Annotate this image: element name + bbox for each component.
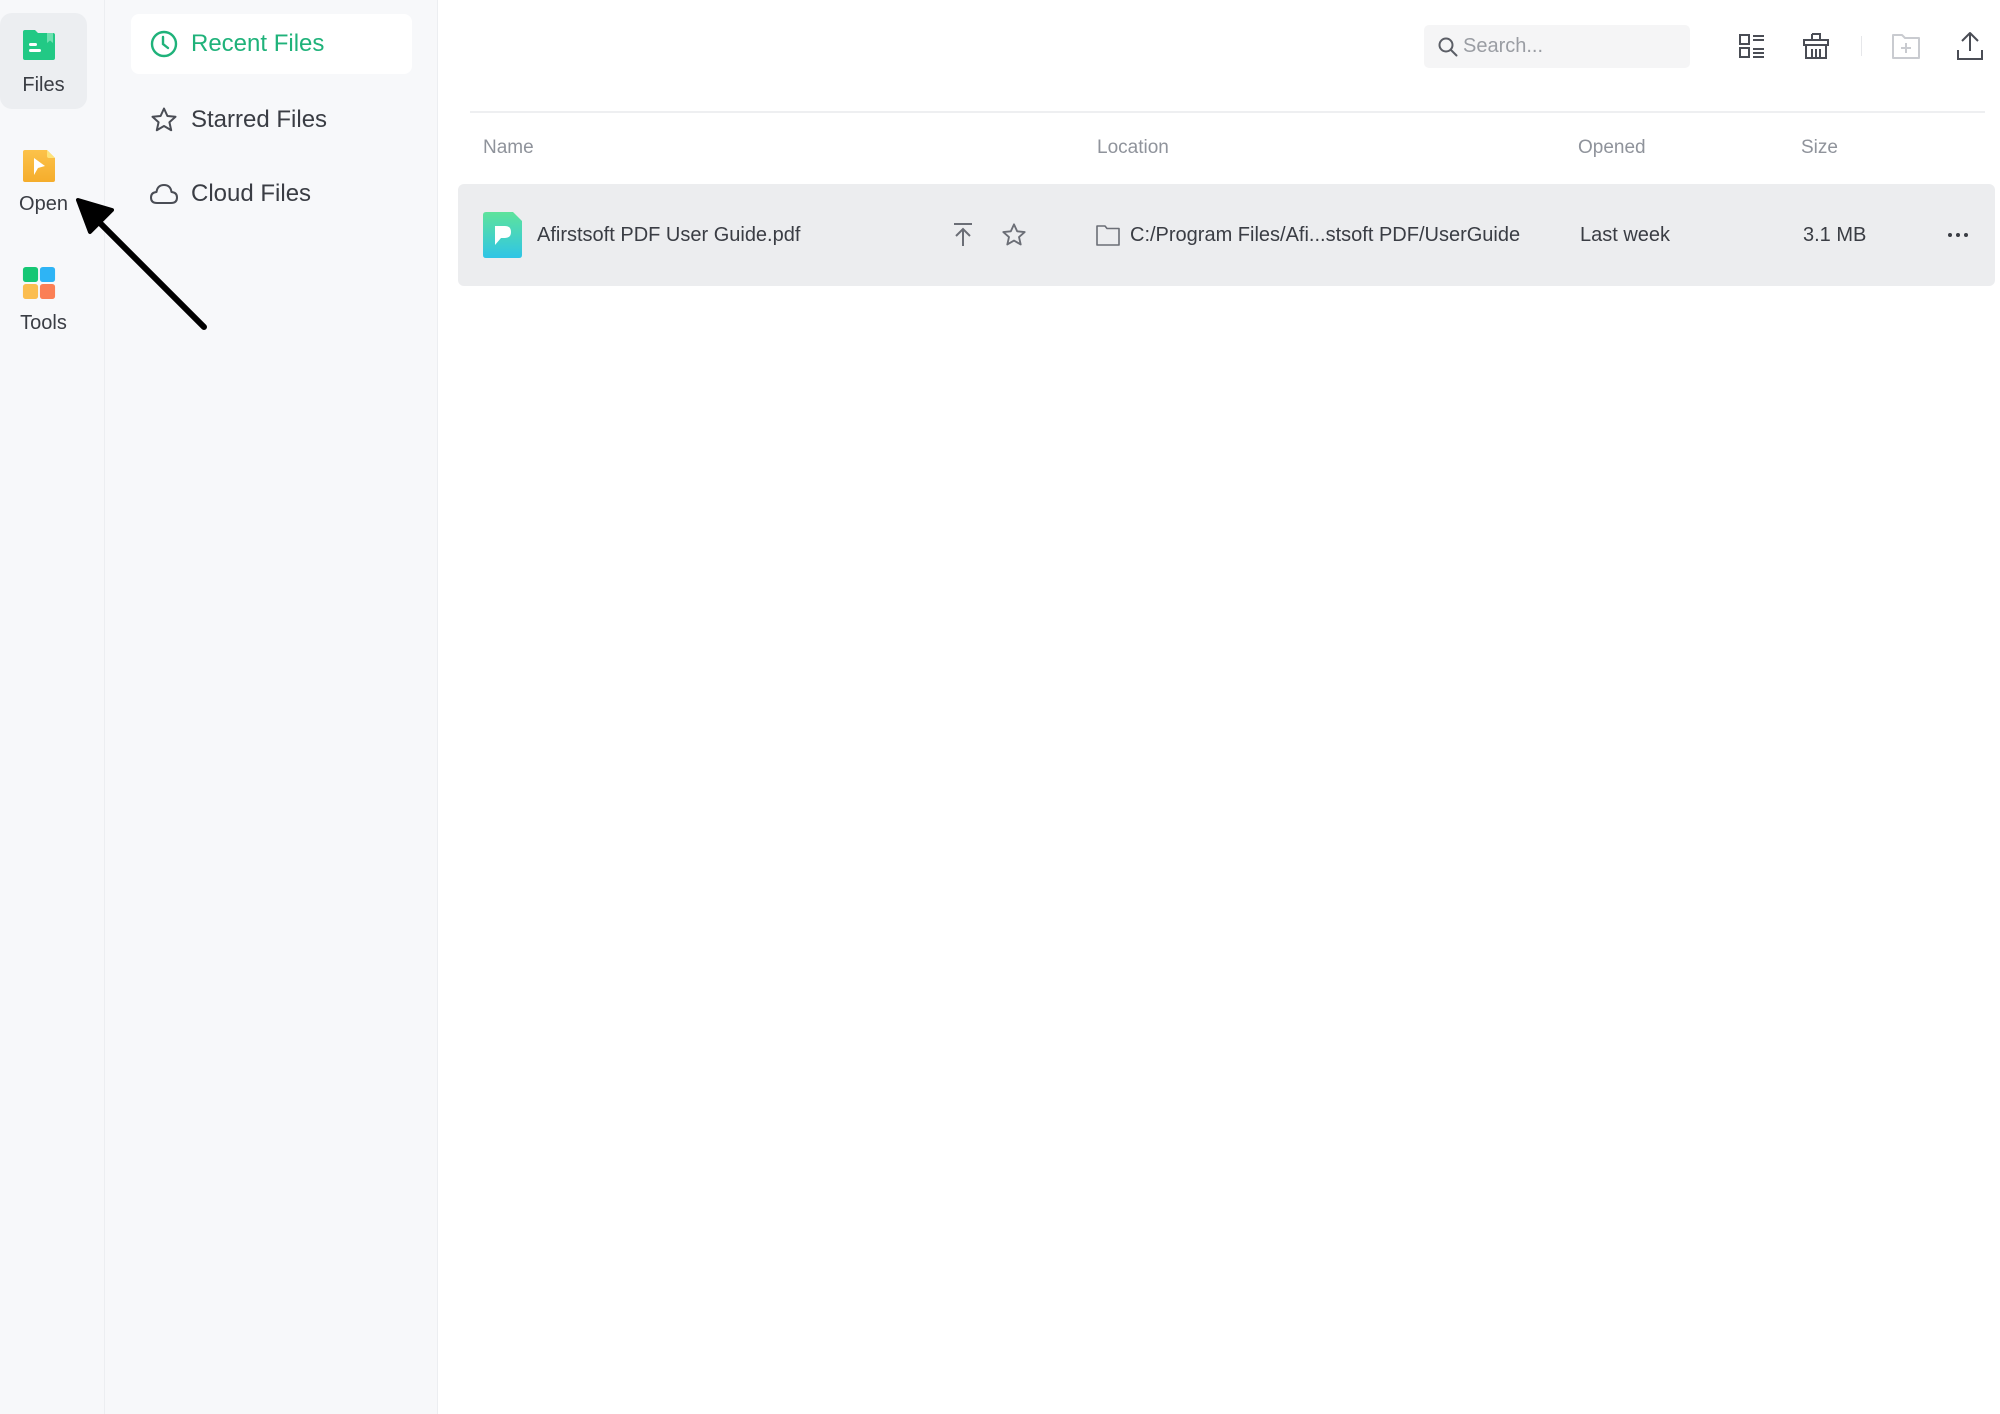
trash-icon (1803, 33, 1829, 59)
open-file-icon (23, 150, 55, 182)
file-size: 3.1 MB (1803, 223, 1867, 246)
pdf-file-icon (483, 212, 522, 258)
star-icon (1002, 223, 1026, 246)
search-box[interactable] (1424, 25, 1690, 68)
sidebar-item-cloud-files[interactable]: Cloud Files (131, 164, 412, 224)
rail-item-files[interactable]: Files (0, 13, 87, 109)
sidebar-item-label: Recent Files (191, 30, 325, 57)
delete-button[interactable] (1798, 28, 1834, 64)
files-folder-icon (23, 30, 55, 60)
new-folder-button[interactable] (1888, 28, 1924, 64)
toolbar-separator (1861, 36, 1862, 56)
list-view-button[interactable] (1734, 28, 1770, 64)
rail-item-label: Tools (20, 312, 67, 334)
upload-button[interactable] (1952, 28, 1988, 64)
more-options-button[interactable] (1940, 217, 1976, 253)
file-name[interactable]: Afirstsoft PDF User Guide.pdf (537, 184, 800, 286)
cloud-icon (149, 179, 179, 209)
file-location[interactable]: C:/Program Files/Afi...stsoft PDF/UserGu… (1130, 184, 1520, 286)
new-folder-icon (1892, 34, 1920, 59)
sidebar-item-recent-files[interactable]: Recent Files (131, 14, 412, 74)
sidebar-item-label: Starred Files (191, 106, 328, 133)
column-header-name[interactable]: Name (483, 137, 534, 159)
sidebar-item-label: Cloud Files (191, 180, 312, 207)
column-header-size[interactable]: Size (1801, 137, 1838, 159)
star-icon (149, 105, 179, 135)
folder-icon (1096, 225, 1120, 246)
star-file-button[interactable] (996, 217, 1032, 253)
clock-icon (149, 29, 179, 59)
file-row[interactable]: Afirstsoft PDF User Guide.pdf C:/Program… (458, 184, 1995, 286)
tools-grid-icon (22, 266, 56, 300)
search-input[interactable] (1463, 35, 1683, 58)
rail-item-tools[interactable]: Tools (0, 251, 87, 347)
sidebar-item-starred-files[interactable]: Starred Files (131, 90, 412, 150)
rail-item-open[interactable]: Open (0, 132, 87, 228)
toolbar-divider (470, 111, 1985, 113)
files-sidebar: Recent Files Starred Files Cloud Files (105, 0, 438, 1414)
search-icon (1438, 37, 1458, 56)
column-header-location[interactable]: Location (1097, 137, 1169, 159)
column-header-opened[interactable]: Opened (1578, 137, 1646, 159)
icon-rail: Files Open Tools (0, 0, 105, 1414)
pin-to-top-icon (954, 223, 972, 246)
rail-item-label: Open (19, 193, 68, 215)
upload-icon (1957, 32, 1983, 60)
pin-to-top-button[interactable] (945, 217, 981, 253)
more-horizontal-icon (1948, 233, 1968, 237)
list-view-icon (1739, 34, 1764, 58)
rail-item-label: Files (22, 74, 65, 96)
file-opened: Last week (1580, 223, 1671, 246)
